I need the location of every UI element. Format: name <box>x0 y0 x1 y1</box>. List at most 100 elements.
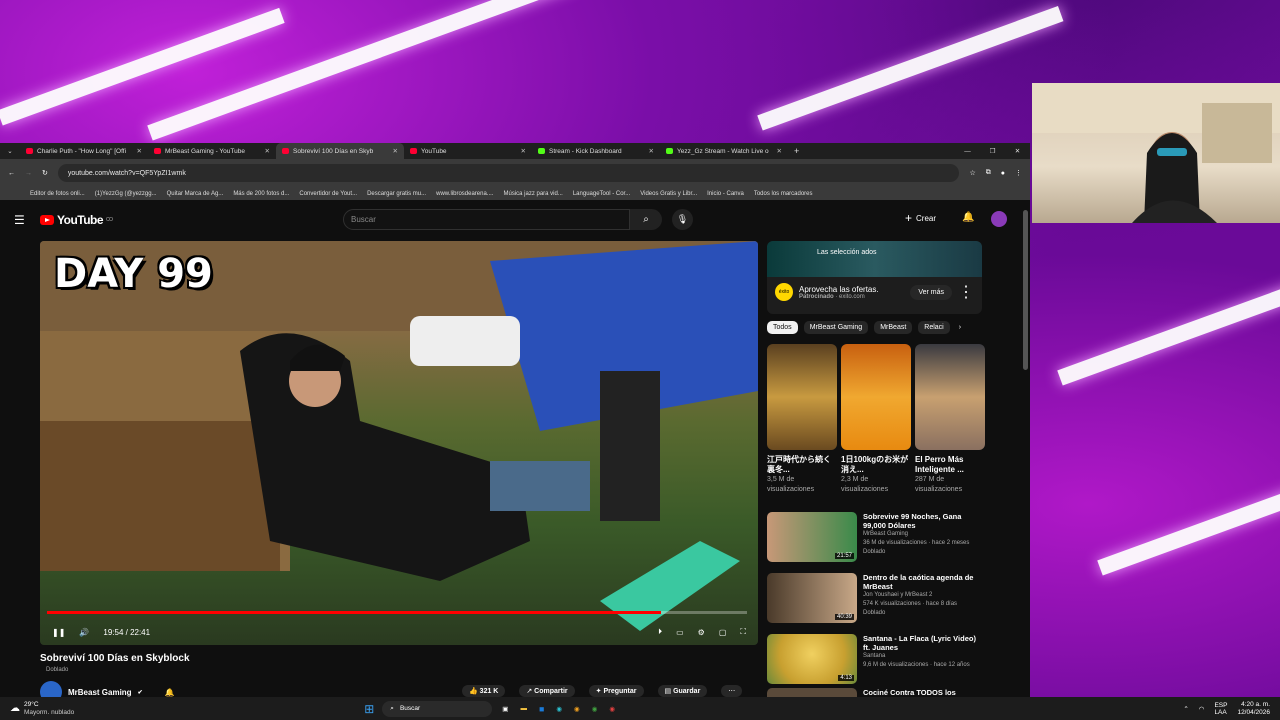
browser-tab[interactable]: Stream - Kick Dashboard ✕ <box>532 143 660 159</box>
close-tab-icon[interactable]: ✕ <box>521 147 526 155</box>
ad-cta-button[interactable]: Ver más <box>910 284 952 300</box>
weather-icon[interactable]: ☁ <box>10 703 20 714</box>
short-item[interactable]: 江戸時代から続く裏冬... 3,5 M de visualizaciones <box>767 344 837 495</box>
reload-icon[interactable]: ↻ <box>42 169 48 177</box>
notifications-bell-icon[interactable]: 🔔 <box>962 212 974 223</box>
chip-mrbeast[interactable]: MrBeast <box>874 321 913 334</box>
chip-all[interactable]: Todos <box>767 321 798 334</box>
browser-tab[interactable]: MrBeast Gaming - YouTube ✕ <box>148 143 276 159</box>
recommended-video[interactable]: 21:57 Sobrevive 99 Noches, Gana 99,000 D… <box>767 512 982 562</box>
autoplay-icon[interactable]: ⏵ <box>658 627 662 637</box>
youtube-logo[interactable]: YouTube CO <box>40 213 113 227</box>
start-icon[interactable]: ⊞ <box>364 702 374 716</box>
close-window-icon[interactable]: ✕ <box>1005 147 1030 155</box>
account-avatar[interactable] <box>991 211 1007 227</box>
rec-meta: 9,6 M de visualizaciones · hace 12 años <box>863 662 970 668</box>
bookmark-item[interactable]: Videos Gratis y Libr... <box>640 191 697 197</box>
search-input[interactable]: Buscar <box>343 209 630 230</box>
bookmark-item[interactable]: Música jazz para vid... <box>503 191 562 197</box>
miniplayer-icon[interactable]: ▢ <box>719 628 727 637</box>
pause-icon[interactable]: ❚❚ <box>52 628 65 637</box>
task-view-icon[interactable]: ▣ <box>502 705 508 713</box>
close-tab-icon[interactable]: ✕ <box>777 147 782 155</box>
bookmark-item[interactable]: (1)YezzGg (@yezzgg... <box>95 191 157 197</box>
bookmark-item[interactable]: Editor de fotos onli... <box>30 191 85 197</box>
share-button[interactable]: ↗ Compartir <box>519 685 575 697</box>
chip-mrbeast-gaming[interactable]: MrBeast Gaming <box>803 321 869 334</box>
menu-icon[interactable]: ⋮ <box>1015 169 1022 177</box>
bookmark-item[interactable]: Más de 200 fotos d... <box>233 191 289 197</box>
recommended-video[interactable]: 4:13 Santana - La Flaca (Lyric Video) ft… <box>767 634 982 684</box>
taskbar-search[interactable]: ⌕ Buscar <box>382 700 493 717</box>
chrome-icon[interactable]: ◉ <box>574 705 580 713</box>
chrome-icon[interactable]: ◉ <box>592 705 598 713</box>
clock-date[interactable]: 12/04/2026 <box>1237 709 1270 717</box>
bookmark-item[interactable]: Inicio - Canva <box>707 191 744 197</box>
video-overlay-text: DAY 99 <box>54 251 213 297</box>
new-tab-icon[interactable]: + <box>788 146 805 156</box>
hamburger-menu-icon[interactable]: ☰ <box>14 213 25 227</box>
forward-icon[interactable]: → <box>25 170 32 177</box>
extensions-icon[interactable]: ⧉ <box>986 169 991 177</box>
url-field[interactable]: youtube.com/watch?v=QF5YpZI1wmk <box>57 164 960 182</box>
rec-channel[interactable]: Jon Youshaei y MrBeast 2 <box>863 591 982 600</box>
browser-tab[interactable]: Charlie Puth - "How Long" [Offi ✕ <box>20 143 148 159</box>
file-explorer-icon[interactable]: ▬ <box>520 705 527 712</box>
minimize-icon[interactable]: — <box>955 148 980 155</box>
clock-time[interactable]: 4:20 a. m. <box>1237 701 1270 709</box>
close-tab-icon[interactable]: ✕ <box>265 147 270 155</box>
subscribe-bell-icon[interactable]: 🔔 <box>165 688 175 697</box>
scrollbar-thumb[interactable] <box>1023 210 1028 370</box>
tab-list-icon[interactable]: ⌄ <box>0 147 20 155</box>
voice-search-button[interactable]: 🎙 <box>672 209 693 230</box>
chip-related[interactable]: Relaci <box>918 321 950 334</box>
settings-gear-icon[interactable]: ⚙ <box>698 628 705 637</box>
short-item[interactable]: El Perro Más Inteligente ... 287 M de vis… <box>915 344 985 495</box>
edge-icon[interactable]: ◉ <box>556 705 562 713</box>
browser-tab[interactable]: Yezz_Gz Stream - Watch Live o ✕ <box>660 143 788 159</box>
language-indicator[interactable]: ESP LAA <box>1214 702 1227 716</box>
browser-tab[interactable]: YouTube ✕ <box>404 143 532 159</box>
rec-channel[interactable]: Santana <box>863 652 982 661</box>
close-tab-icon[interactable]: ✕ <box>137 147 142 155</box>
like-button[interactable]: 👍 321 K <box>462 685 506 697</box>
search-button[interactable]: ⌕ <box>630 209 662 230</box>
wifi-icon[interactable]: ◠ <box>1199 705 1205 713</box>
sponsored-ad[interactable]: Las selección ados éxito Aprovecha las o… <box>767 241 982 314</box>
video-player[interactable]: DAY 99 ❚❚ 🔊 19:54 / 22:41 ⏵ ▭ ⚙ ▢ ⛶ <box>40 241 758 645</box>
recommended-video[interactable]: 40:39 Dentro de la caótica agenda de MrB… <box>767 573 982 623</box>
ad-menu-icon[interactable]: ⋮ <box>958 282 974 302</box>
profile-icon[interactable]: ● <box>1001 170 1005 177</box>
restore-icon[interactable]: ❐ <box>980 147 1005 155</box>
create-button[interactable]: + Crear <box>905 211 936 225</box>
more-actions-icon[interactable]: ⋯ <box>721 685 743 697</box>
save-button[interactable]: ▤ Guardar <box>657 685 708 697</box>
bookmark-item[interactable]: www.librosdearena.... <box>436 191 493 197</box>
outlook-icon[interactable]: ◼ <box>539 705 544 713</box>
recommended-video[interactable]: Cociné Contra TODOS los <box>767 688 982 697</box>
chrome-icon[interactable]: ◉ <box>609 705 615 713</box>
chevron-right-icon[interactable]: › <box>956 321 964 334</box>
rec-channel[interactable]: MrBeast Gaming <box>863 530 982 539</box>
progress-bar[interactable] <box>47 611 747 614</box>
short-title: El Perro Más Inteligente ... <box>915 455 964 474</box>
bookmark-star-icon[interactable]: ☆ <box>969 169 975 177</box>
short-item[interactable]: 1日100kgのお米が消え... 2,3 M de visualizaciones <box>841 344 911 495</box>
channel-name[interactable]: MrBeast Gaming <box>68 688 132 697</box>
all-bookmarks[interactable]: Todos los marcadores <box>754 191 813 197</box>
short-views: 2,3 M de visualizaciones <box>841 476 889 493</box>
bookmark-item[interactable]: Descargar gratis mu... <box>367 191 426 197</box>
browser-tab-active[interactable]: Sobreviví 100 Días en Skyb ✕ <box>276 143 404 159</box>
subtitles-icon[interactable]: ▭ <box>676 628 684 637</box>
ask-button[interactable]: ✦ Preguntar <box>588 685 644 697</box>
page-scrollbar[interactable] <box>1022 205 1029 695</box>
tray-chevron-icon[interactable]: ⌃ <box>1183 705 1188 713</box>
bookmark-item[interactable]: LanguageTool - Cor... <box>573 191 630 197</box>
bookmark-item[interactable]: Quitar Marca de Ag... <box>167 191 224 197</box>
fullscreen-icon[interactable]: ⛶ <box>740 627 746 637</box>
volume-icon[interactable]: 🔊 <box>79 628 89 637</box>
close-tab-icon[interactable]: ✕ <box>393 147 398 155</box>
bookmark-item[interactable]: Convertidor de Yout... <box>299 191 357 197</box>
back-icon[interactable]: ← <box>8 170 15 177</box>
close-tab-icon[interactable]: ✕ <box>649 147 654 155</box>
